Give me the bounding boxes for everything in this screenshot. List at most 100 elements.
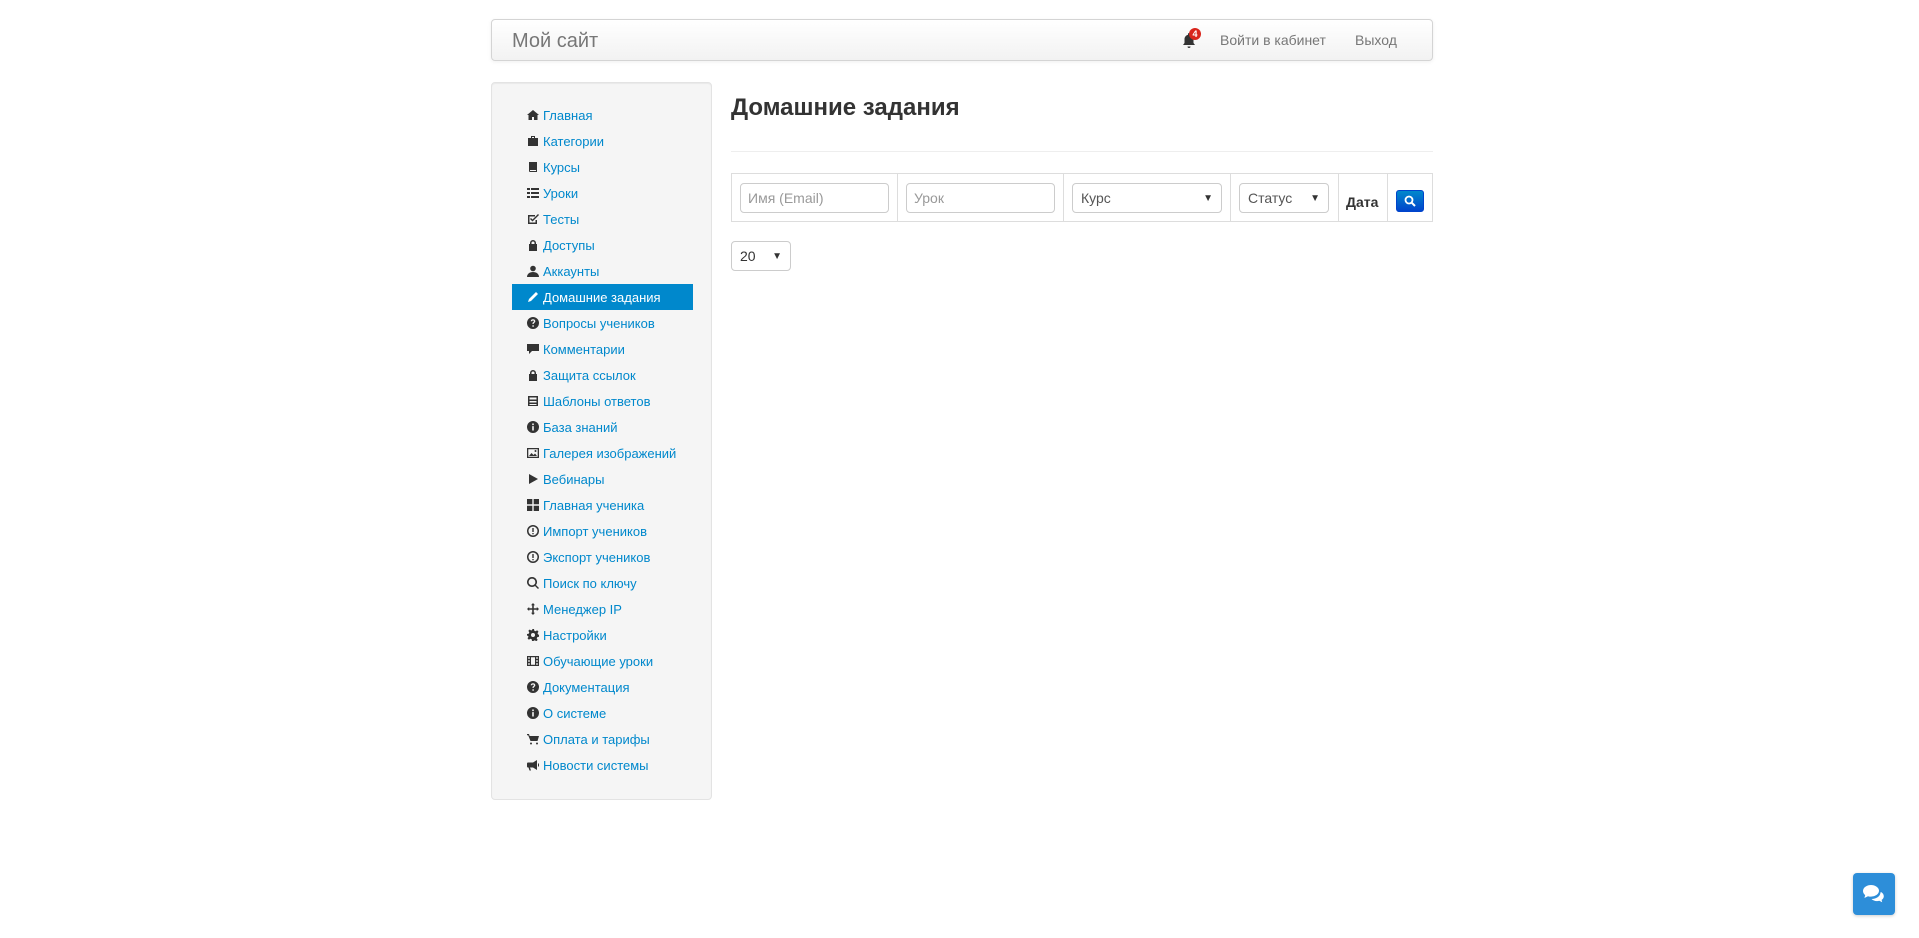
sidebar-item[interactable]: Защита ссылок [512,362,693,388]
info-circle-icon [527,421,539,433]
top-navbar: Мой сайт 4 Войти в кабинет Выход [491,19,1433,61]
check-square-icon [527,213,539,225]
sidebar-item[interactable]: Комментарии [512,336,693,362]
search-button[interactable] [1396,190,1424,212]
sidebar-item-label: Доступы [543,237,595,253]
bullhorn-icon [527,759,539,771]
page-title: Домашние задания [731,94,960,121]
sidebar-item-label: Аккаунты [543,263,600,279]
filter-cell-status: Статус ▼ [1231,174,1339,221]
sidebar-item-label: Шаблоны ответов [543,393,651,409]
picture-icon [527,447,539,459]
status-select-value: Статус [1248,190,1293,206]
import-icon [527,525,539,537]
question-circle-icon [527,681,539,693]
sidebar-item-label: О системе [543,705,607,721]
lock-icon [527,239,539,251]
sidebar-item-label: Категории [543,133,604,149]
sidebar-item-label: Защита ссылок [543,367,636,383]
sidebar-item-label: Оплата и тарифы [543,731,650,747]
course-select-value: Курс [1081,190,1111,206]
sidebar-item-label: Домашние задания [543,289,661,305]
sidebar-item[interactable]: Главная ученика [512,492,693,518]
filter-cell-date: Дата [1339,174,1388,221]
sidebar-item[interactable]: Оплата и тарифы [512,726,693,752]
sidebar-item[interactable]: О системе [512,700,693,726]
search-icon [527,577,539,589]
list-icon [527,187,539,199]
question-circle-icon [527,317,539,329]
sidebar-item[interactable]: Аккаунты [512,258,693,284]
user-icon [527,265,539,277]
per-page-value: 20 [740,248,756,264]
sidebar-item[interactable]: Обучающие уроки [512,648,693,674]
sidebar-item[interactable]: Тесты [512,206,693,232]
per-page-select[interactable]: 20 ▼ [731,241,791,271]
notification-badge: 4 [1189,28,1201,40]
filter-row: Курс ▼ Статус ▼ Дата [731,173,1433,222]
course-select[interactable]: Курс ▼ [1072,183,1222,213]
sidebar-item-label: Галерея изображений [543,445,677,461]
move-icon [527,603,539,615]
sidebar-item[interactable]: База знаний [512,414,693,440]
search-icon [1404,195,1416,207]
home-icon [527,109,539,121]
sidebar-item[interactable]: Вопросы учеников [512,310,693,336]
sidebar-item-label: Вебинары [543,471,605,487]
sidebar-item[interactable]: Домашние задания [512,284,693,310]
filter-cell-lesson [898,174,1064,221]
sidebar-item[interactable]: Документация [512,674,693,700]
login-cabinet-link[interactable]: Войти в кабинет [1220,32,1326,48]
sidebar-item[interactable]: Категории [512,128,693,154]
sidebar-item-label: Уроки [543,185,579,201]
sidebar-item-label: Настройки [543,627,607,643]
sidebar-item-label: Вопросы учеников [543,315,655,331]
name-email-input[interactable] [740,183,889,213]
cog-icon [527,629,539,641]
lesson-input[interactable] [906,183,1055,213]
pencil-icon [527,291,539,303]
sidebar-item[interactable]: Поиск по ключу [512,570,693,596]
logout-link[interactable]: Выход [1355,32,1397,48]
sidebar-item[interactable]: Вебинары [512,466,693,492]
sidebar-item[interactable]: Курсы [512,154,693,180]
filter-cell-search [1388,174,1432,221]
sidebar-item-label: Обучающие уроки [543,653,654,669]
sidebar-item[interactable]: Главная [512,102,693,128]
chat-icon [1863,885,1884,903]
sidebar-item[interactable]: Менеджер IP [512,596,693,622]
sidebar-item-label: Курсы [543,159,581,175]
filter-cell-name [732,174,898,221]
site-brand[interactable]: Мой сайт [512,30,598,53]
comment-icon [527,343,539,355]
status-select[interactable]: Статус ▼ [1239,183,1329,213]
divider [731,151,1433,152]
sidebar-item[interactable]: Доступы [512,232,693,258]
sidebar-item[interactable]: Экспорт учеников [512,544,693,570]
sidebar-item-label: Экспорт учеников [543,549,651,565]
chevron-down-icon: ▼ [1310,192,1320,204]
sidebar-item[interactable]: Настройки [512,622,693,648]
sidebar-item[interactable]: Импорт учеников [512,518,693,544]
book-icon [527,161,539,173]
sidebar-item-label: Комментарии [543,341,625,357]
th-large-icon [527,499,539,511]
sidebar: Главная Категории Курсы Уроки Тесты Доступы Ак… [491,82,712,800]
sidebar-item-label: Менеджер IP [543,601,622,617]
sidebar-menu: Главная Категории Курсы Уроки Тесты Доступы Ак… [512,102,693,778]
sidebar-item-label: Тесты [543,211,580,227]
sidebar-item-label: Главная ученика [543,497,645,513]
sidebar-item-label: База знаний [543,419,618,435]
export-icon [527,551,539,563]
shopping-cart-icon [527,733,539,745]
sidebar-item[interactable]: Галерея изображений [512,440,693,466]
sidebar-item[interactable]: Уроки [512,180,693,206]
chat-button[interactable] [1853,873,1895,915]
sidebar-item-label: Поиск по ключу [543,575,637,591]
play-icon [527,473,539,485]
date-label[interactable]: Дата [1346,194,1378,210]
sidebar-item-label: Импорт учеников [543,523,647,539]
chevron-down-icon: ▼ [1203,192,1213,204]
sidebar-item[interactable]: Шаблоны ответов [512,388,693,414]
sidebar-item[interactable]: Новости системы [512,752,693,778]
